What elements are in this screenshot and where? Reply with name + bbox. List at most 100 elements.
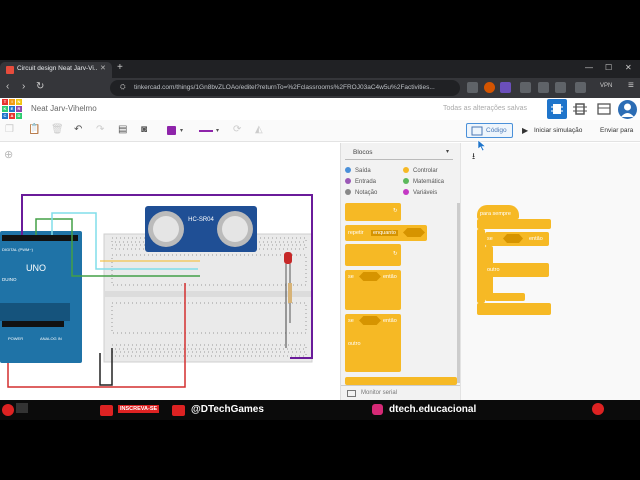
serial-monitor-bar[interactable]: Monitor serial [341,385,461,400]
menu-icon[interactable]: ≡ [628,80,634,91]
forever-label: para sempre [480,211,511,217]
circuit-drawing: HC-SR04 UNO DUINO DIGITAL (PWM~) POWER A… [0,194,313,388]
instagram-handle: dtech.educacional [389,404,477,415]
forward-icon[interactable]: › [22,81,25,92]
brave-shield-icon[interactable] [484,82,495,93]
minimize-icon[interactable]: — [585,63,593,72]
led [284,252,292,264]
category-input[interactable]: Entrada [345,178,376,185]
reload-icon[interactable]: ↻ [36,81,44,92]
notes-icon[interactable]: ▤ [118,124,127,135]
delete-icon[interactable]: 🗑 [51,124,64,135]
power-label: POWER [8,336,23,341]
wallet-icon[interactable] [538,82,549,93]
browser-tab[interactable]: Circuit design Neat Jarv-Vi... ✕ [0,62,112,78]
rotate-icon[interactable]: ⟳ [233,124,241,135]
wire-style-icon[interactable] [199,130,213,132]
code-script-area[interactable]: ⭳ para sempre se então outro [460,143,640,400]
loop-arrow-icon: ↻ [393,208,398,214]
redo-icon[interactable]: ↷ [96,124,104,135]
serial-monitor-label: Monitor serial [361,390,398,396]
browser-tab-bar: Circuit design Neat Jarv-Vi... ✕ + — ☐ ✕ [0,60,640,78]
leo-icon[interactable] [555,82,566,93]
play-icon[interactable]: ▶ [522,126,528,135]
forever-block-head[interactable] [477,219,551,229]
url-input[interactable]: ⛭ tinkercad.com/things/1Gn8bvZLOAo/edite… [110,80,460,96]
components-view-button[interactable] [570,99,590,119]
digital-label: DIGITAL (PWM~) [2,247,34,252]
forever-block-top[interactable]: para sempre [477,205,519,219]
tab-title: Circuit design Neat Jarv-Vi... [17,65,97,72]
condition-slot[interactable] [359,272,381,281]
chevron-down-icon[interactable]: ▾ [216,127,219,134]
if-label: se [348,318,354,324]
search-icon [592,403,604,415]
if-else-foot [485,293,525,301]
if-else-block[interactable]: se então [485,232,549,246]
code-label: Código [486,127,507,134]
circuit-view-button[interactable] [547,99,567,119]
chevron-down-icon[interactable]: ▾ [180,127,183,134]
category-dropdown[interactable]: Blocos ▾ [345,146,453,160]
tinkercad-logo[interactable]: TIN KER CAD [2,99,22,119]
download-code-icon[interactable]: ⭳ [472,149,475,165]
editor-toolbar: ❐ 📋 🗑 ↶ ↷ ▤ ◙ ▾ ▾ ⟳ ◭ Código ▶ Iniciar s… [0,120,640,142]
code-icon [471,126,483,136]
schematic-view-button[interactable] [594,99,614,119]
dropdown-value: Blocos [353,149,373,156]
download-icon[interactable] [575,82,586,93]
block-repeat-body[interactable]: ↻ [345,244,401,266]
breadboard [103,233,313,363]
condition-slot[interactable] [503,234,523,243]
vpn-button[interactable]: VPN [600,83,612,89]
color-swatch[interactable] [167,126,176,135]
undo-icon[interactable]: ↶ [74,124,82,135]
tab-close-icon[interactable]: ✕ [100,64,106,72]
block-if-then[interactable]: se então [345,270,401,310]
send-to-button[interactable]: Enviar para [600,127,633,134]
start-simulation-button[interactable]: Iniciar simulação [534,127,582,134]
sidebar-icon[interactable] [520,82,531,93]
category-output[interactable]: Saída [345,167,371,174]
block-partial[interactable] [345,377,457,385]
flip-icon[interactable]: ◭ [255,124,263,135]
like-icon [100,405,113,416]
circuit-canvas[interactable]: ⊕ HC-SR04 UNO DUINO DIGITAL (PWM~) POWER… [0,143,340,400]
block-if-then-else[interactable]: se então outro [345,314,401,372]
category-control[interactable]: Controlar [403,167,438,174]
copy-icon[interactable]: ❐ [5,124,14,135]
share-icon[interactable] [467,82,478,93]
category-variables[interactable]: Variáveis [403,189,437,196]
condition-slot[interactable] [359,316,381,325]
chip-icon [573,103,587,115]
paste-icon[interactable]: 📋 [28,124,40,135]
project-title[interactable]: Neat Jarv-Vihelmo [31,104,97,113]
block-repeat-end[interactable]: ↻ [345,203,401,221]
save-status: Todas as alterações salvas [443,105,528,112]
condition-slot[interactable] [403,228,425,237]
maximize-icon[interactable]: ☐ [605,63,612,72]
code-button[interactable]: Código [466,123,513,138]
fit-view-icon[interactable]: ⊕ [4,148,13,161]
extension-icon[interactable] [500,82,511,93]
category-math[interactable]: Matemática [403,178,444,185]
block-repeat-while[interactable]: repetir enquanto [345,225,427,241]
category-notation[interactable]: Notação [345,189,377,196]
forever-block-foot [477,303,551,315]
else-label: outro [487,267,500,273]
sensor-label: HC-SR04 [188,217,214,223]
monitor-icon [347,390,356,397]
site-info-icon[interactable]: ⛭ [120,84,126,92]
close-window-icon[interactable]: ✕ [625,63,632,72]
back-icon[interactable]: ‹ [6,81,9,92]
user-avatar[interactable] [618,100,637,119]
forever-block-spine [477,229,485,303]
repeat-mode-select[interactable]: enquanto [371,230,398,236]
new-tab-icon[interactable]: + [117,62,123,73]
analog-label: ANALOG IN [40,336,62,341]
mouse-cursor-icon [477,139,487,152]
arduino-label: UNO [26,263,46,273]
repeat-label: repetir [348,230,364,236]
screen: Circuit design Neat Jarv-Vi... ✕ + — ☐ ✕… [0,0,640,480]
view-icon[interactable]: ◙ [141,124,147,135]
